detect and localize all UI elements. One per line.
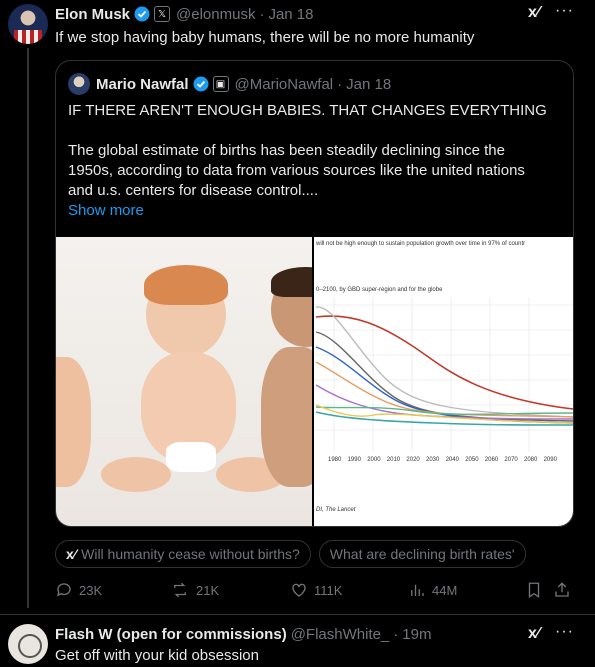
chart-plot xyxy=(314,297,573,452)
reply-icon xyxy=(56,583,71,597)
chart-year-label: 2050 xyxy=(465,457,479,463)
chart-year-label: 2070 xyxy=(504,457,518,463)
reply-count: 23K xyxy=(79,582,103,598)
action-bar: 23K 21K 111K 44M xyxy=(55,581,575,601)
views-count: 44M xyxy=(432,582,458,598)
chip-label: What are declining birth rates' xyxy=(329,546,515,562)
reply-header: Flash W (open for commissions) @FlashWhi… xyxy=(55,624,431,644)
bookmark-icon xyxy=(528,582,540,599)
quote-text-line: and u.s. centers for disease control.... xyxy=(68,182,319,199)
tweet-text: If we stop having baby humans, there wil… xyxy=(55,29,475,46)
views-button[interactable]: 44M xyxy=(408,581,457,599)
quote-handle: @MarioNawfal xyxy=(234,75,334,93)
quote-time: Jan 18 xyxy=(346,75,392,93)
repost-button[interactable]: 21K xyxy=(170,581,219,599)
author-handle[interactable]: @elonmusk xyxy=(176,6,255,23)
baby-leg xyxy=(101,457,171,492)
baby-hair xyxy=(144,265,228,305)
chart-year-label: 2040 xyxy=(445,457,459,463)
quote-text-line: The global estimate of births has been s… xyxy=(68,142,505,159)
more-icon[interactable]: ··· xyxy=(555,623,574,641)
share-button[interactable] xyxy=(553,581,577,599)
grok-suggestion-chip[interactable]: x⁄ Will humanity cease without births? xyxy=(55,540,311,568)
x-affiliation-icon: 𝕏 xyxy=(154,6,171,22)
reply-text: Get off with your kid obsession xyxy=(55,647,259,664)
tweet-header: Elon Musk 𝕏 @elonmusk · Jan 18 xyxy=(55,4,314,24)
reply-time[interactable]: 19m xyxy=(402,626,431,643)
avatar[interactable] xyxy=(8,4,48,44)
affiliation-badge-icon: ▣ xyxy=(212,76,229,92)
separator-dot: · xyxy=(393,625,399,643)
baby-diaper xyxy=(166,442,216,472)
chart-year-label: 1980 xyxy=(328,457,342,463)
chart-year-label: 2030 xyxy=(426,457,440,463)
show-more-link[interactable]: Show more xyxy=(68,202,144,219)
chart-year-label: 2000 xyxy=(367,457,381,463)
quote-author-name: Mario Nawfal xyxy=(96,75,189,93)
chart-year-label: 2060 xyxy=(484,457,499,463)
like-count: 111K xyxy=(314,582,343,598)
repost-count: 21K xyxy=(196,582,220,598)
views-icon xyxy=(411,584,424,596)
chart-year-label: 2080 xyxy=(524,457,538,463)
chart-year-label: 2020 xyxy=(406,457,420,463)
chip-label: Will humanity cease without births? xyxy=(81,546,300,562)
chart-year-label: 1990 xyxy=(347,457,361,463)
chart-year-label: 2090 xyxy=(543,457,557,463)
verified-icon xyxy=(134,6,150,22)
bookmark-button[interactable] xyxy=(525,581,549,599)
quote-text-line: 1950s, according to data from various so… xyxy=(68,162,525,179)
chart-year-label: 2010 xyxy=(386,457,401,463)
chart-source: DI, The Lancet xyxy=(316,507,356,513)
media-grid: will not be high enough to sustain popul… xyxy=(56,237,573,526)
reply-author-name[interactable]: Flash W (open for commissions) xyxy=(55,626,287,643)
grok-suggestion-chip[interactable]: What are declining birth rates' xyxy=(318,540,526,568)
tweet-time[interactable]: Jan 18 xyxy=(268,6,313,23)
share-icon xyxy=(555,582,569,597)
grok-icon: x⁄ xyxy=(66,546,77,562)
quoted-tweet[interactable]: Mario Nawfal ▣ @MarioNawfal · Jan 18 IF … xyxy=(55,60,574,527)
repost-icon xyxy=(174,582,186,598)
baby-right-body xyxy=(261,347,312,487)
grok-suggestions: x⁄ Will humanity cease without births? W… xyxy=(55,540,526,568)
grok-icon[interactable]: x⁄ xyxy=(528,625,540,643)
like-button[interactable]: 111K xyxy=(290,581,342,599)
quote-headline: IF THERE AREN'T ENOUGH BABIES. THAT CHAN… xyxy=(68,102,547,119)
reply-handle[interactable]: @FlashWhite_ xyxy=(291,626,390,643)
reply-button[interactable]: 23K xyxy=(55,581,102,599)
separator-dot: · xyxy=(259,5,265,23)
divider xyxy=(0,614,595,615)
separator-dot: · xyxy=(337,75,343,93)
heart-icon xyxy=(292,583,306,597)
verified-icon xyxy=(193,76,209,92)
quote-header: Mario Nawfal ▣ @MarioNawfal · Jan 18 xyxy=(96,74,391,94)
thread-line xyxy=(27,48,29,608)
baby-left-edge xyxy=(56,357,91,487)
quote-avatar xyxy=(68,73,90,95)
more-icon[interactable]: ··· xyxy=(555,2,574,20)
babies-photo[interactable] xyxy=(56,237,312,526)
author-name[interactable]: Elon Musk xyxy=(55,6,130,23)
chart-image[interactable]: will not be high enough to sustain popul… xyxy=(314,237,573,526)
avatar[interactable] xyxy=(8,624,48,664)
grok-icon[interactable]: x⁄ xyxy=(528,4,540,22)
baby-right-hair xyxy=(271,267,312,297)
